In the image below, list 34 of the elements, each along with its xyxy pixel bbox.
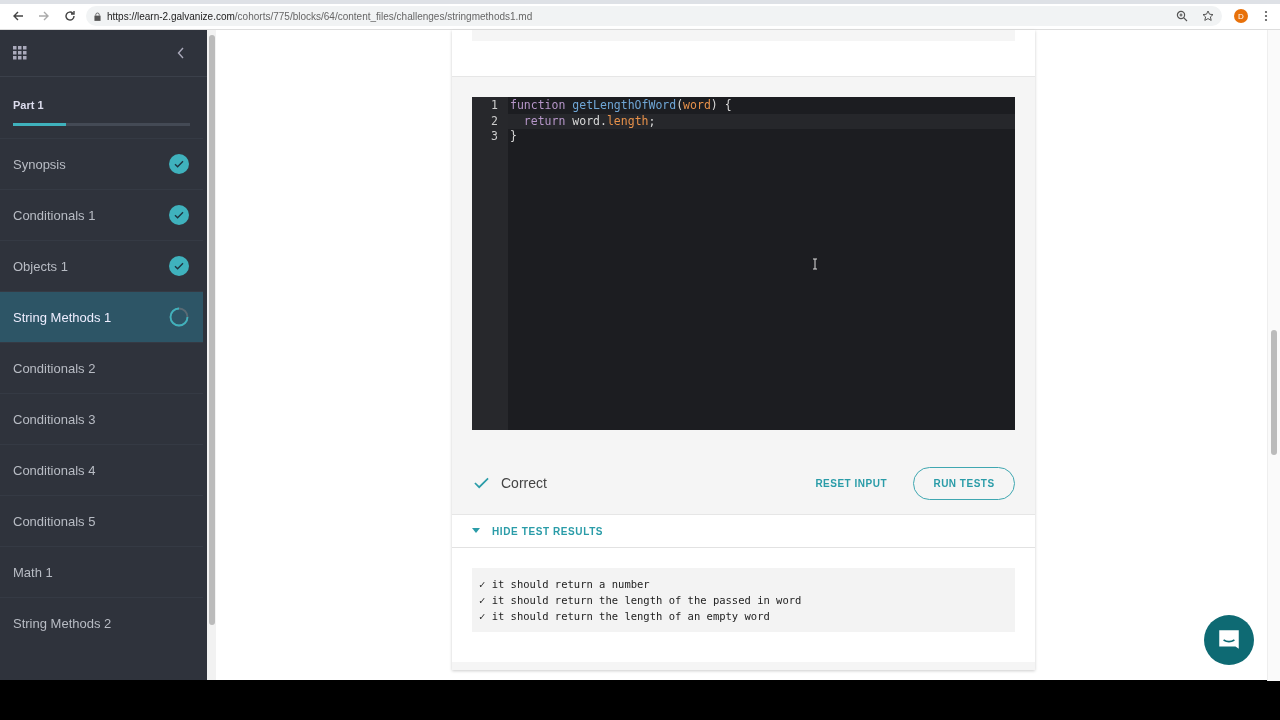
sidebar-item[interactable]: Math 1 [0, 546, 203, 597]
section-title: Part 1 [13, 99, 44, 111]
zoom-icon[interactable] [1176, 10, 1188, 22]
code-line: return word.length; [522, 113, 656, 128]
sidebar-item[interactable]: Conditionals 4 [0, 444, 203, 495]
code-line: function getLengthOfWord(word) { [510, 98, 732, 112]
sidebar-item[interactable]: String Methods 2 [0, 597, 203, 648]
check-icon [474, 477, 489, 489]
test-result: ✓ it should return the length of the passed in word [479, 593, 803, 608]
sidebar-item[interactable]: Conditionals 3 [0, 393, 203, 444]
caret-icon [472, 528, 480, 534]
menu-icon[interactable] [1264, 10, 1268, 22]
test-result: ✓ it should return a number [479, 577, 651, 592]
result-status: Correct [501, 475, 547, 491]
text-cursor-icon [812, 258, 818, 270]
line-number: 2 [491, 113, 498, 129]
code-editor[interactable]: 1 2 3 function getLengthOfWord(word) { return word.length; } [472, 97, 1015, 430]
collapse-chevron-icon[interactable] [177, 47, 185, 59]
address-bar[interactable]: https://learn-2.galvanize.com/cohorts/775/blocks/64/content_files/challenges/stringmethods1.md [86, 6, 1222, 26]
line-number: 1 [491, 98, 498, 114]
star-icon[interactable] [1202, 10, 1214, 22]
sidebar-item[interactable]: Conditionals 1 [0, 189, 203, 240]
lock-icon [94, 11, 101, 21]
back-icon[interactable] [12, 10, 24, 22]
reload-icon[interactable] [64, 10, 76, 22]
sidebar-item[interactable]: String Methods 1 [0, 291, 203, 342]
sidebar-item[interactable]: Conditionals 5 [0, 495, 203, 546]
sidebar-item[interactable]: Conditionals 2 [0, 342, 203, 393]
chat-button[interactable] [1204, 615, 1254, 665]
sidebar-item[interactable]: Synopsis [0, 138, 203, 189]
test-result: ✓ it should return the length of an empty word [479, 609, 771, 624]
apps-grid-icon[interactable] [13, 46, 27, 60]
line-number: 3 [491, 129, 498, 145]
code-line: } [510, 129, 517, 143]
